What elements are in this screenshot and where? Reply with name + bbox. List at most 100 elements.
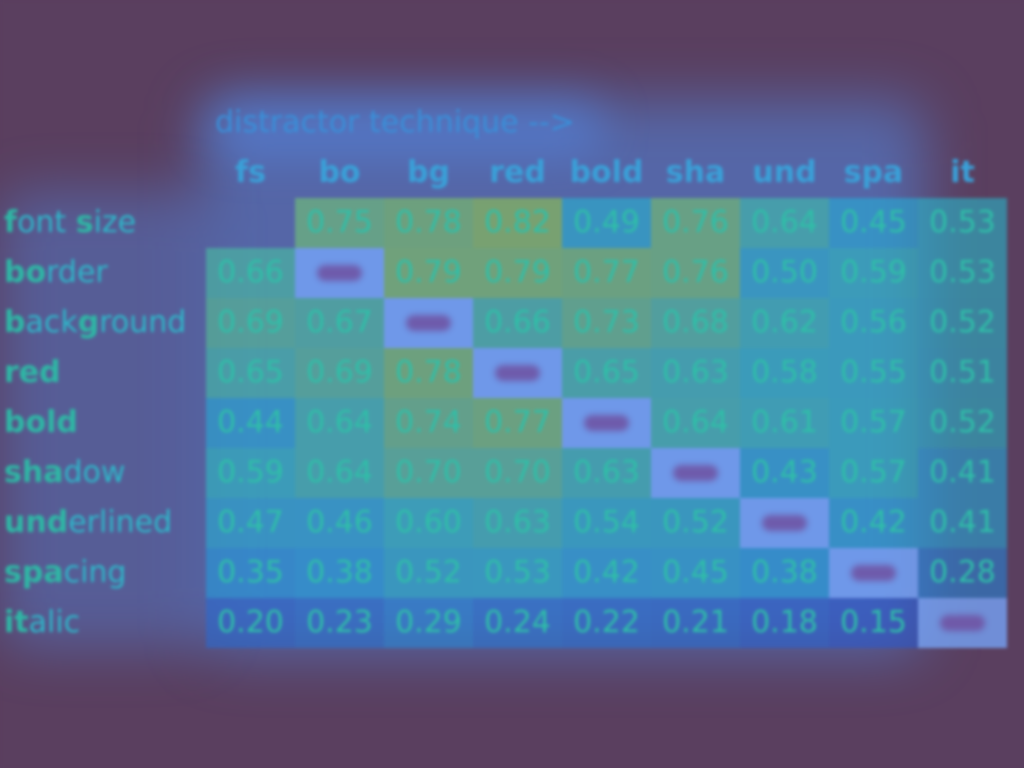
heatmap-cell: 0.76 [651, 198, 740, 248]
heatmap-cell [206, 198, 295, 248]
row-label: italic [4, 605, 81, 640]
heatmap-cell: 0.57 [829, 398, 918, 448]
heatmap-cell: 0.68 [651, 298, 740, 348]
heatmap-cell: 0.65 [206, 348, 295, 398]
heatmap-cell: 0.78 [384, 198, 473, 248]
column-header: red [489, 155, 546, 190]
heatmap-cell: 0.23 [295, 598, 384, 648]
heatmap-cell: 0.59 [829, 248, 918, 298]
heatmap-cell: 0.24 [473, 598, 562, 648]
column-header: bold [569, 155, 644, 190]
heatmap-cell: 0.63 [473, 498, 562, 548]
column-header: und [752, 155, 817, 190]
heatmap-cell: 0.65 [562, 348, 651, 398]
heatmap-cell: 0.64 [651, 398, 740, 448]
heatmap-cell: 0.41 [918, 448, 1007, 498]
heatmap-cell: 0.64 [740, 198, 829, 248]
heatmap-cell [829, 548, 918, 598]
heatmap-cell: 0.75 [295, 198, 384, 248]
row-label: spacing [4, 555, 127, 590]
heatmap-cell: 0.74 [384, 398, 473, 448]
heatmap-cell: 0.58 [740, 348, 829, 398]
heatmap-cell: 0.79 [473, 248, 562, 298]
heatmap-cell: 0.52 [651, 498, 740, 548]
heatmap-cell: 0.73 [562, 298, 651, 348]
heatmap-cell: 0.63 [651, 348, 740, 398]
heatmap-cell: 0.66 [473, 298, 562, 348]
heatmap-cell: 0.57 [829, 448, 918, 498]
heatmap-cell: 0.45 [829, 198, 918, 248]
heatmap-cell: 0.52 [918, 398, 1007, 448]
row-label: shadow [4, 455, 126, 490]
heatmap-cell: 0.41 [918, 498, 1007, 548]
heatmap-cell: 0.54 [562, 498, 651, 548]
heatmap-cell: 0.44 [206, 398, 295, 448]
heatmap-cell: 0.29 [384, 598, 473, 648]
row-label: border [4, 255, 108, 290]
heatmap-cell: 0.53 [918, 248, 1007, 298]
column-header: bo [318, 155, 361, 190]
heatmap-cell: 0.70 [473, 448, 562, 498]
heatmap-cell: 0.79 [384, 248, 473, 298]
heatmap-cell: 0.76 [651, 248, 740, 298]
heatmap-cell: 0.22 [562, 598, 651, 648]
heatmap-cell: 0.53 [473, 548, 562, 598]
heatmap-cell: 0.64 [295, 398, 384, 448]
column-header: it [950, 155, 975, 190]
row-label: background [4, 305, 187, 340]
row-label: underlined [4, 505, 173, 540]
heatmap-cell: 0.42 [829, 498, 918, 548]
chart-title: distractor technique --> [215, 105, 575, 140]
heatmap-cell: 0.55 [829, 348, 918, 398]
heatmap-cell [918, 598, 1007, 648]
heatmap-cell: 0.53 [918, 198, 1007, 248]
heatmap-cell: 0.62 [740, 298, 829, 348]
heatmap-cell [562, 398, 651, 448]
heatmap-cell: 0.77 [473, 398, 562, 448]
heatmap-cell: 0.63 [562, 448, 651, 498]
heatmap-cell: 0.21 [651, 598, 740, 648]
heatmap-cell: 0.69 [206, 298, 295, 348]
column-header: bg [407, 155, 450, 190]
heatmap-cell [740, 498, 829, 548]
heatmap-chart: distractor technique --> fs bo bg red bold sh… [0, 0, 1024, 768]
column-header: fs [235, 155, 266, 190]
heatmap-cell: 0.52 [918, 298, 1007, 348]
row-label: bold [4, 405, 78, 440]
heatmap-cell: 0.49 [562, 198, 651, 248]
heatmap-cell: 0.42 [562, 548, 651, 598]
column-header: sha [665, 155, 726, 190]
heatmap-cell: 0.64 [295, 448, 384, 498]
heatmap-cell: 0.69 [295, 348, 384, 398]
heatmap-cell: 0.46 [295, 498, 384, 548]
heatmap-cell: 0.38 [295, 548, 384, 598]
heatmap-cell: 0.18 [740, 598, 829, 648]
heatmap-cell: 0.38 [740, 548, 829, 598]
heatmap-cell: 0.43 [740, 448, 829, 498]
heatmap-cell: 0.61 [740, 398, 829, 448]
heatmap-cell: 0.56 [829, 298, 918, 348]
heatmap-cell: 0.82 [473, 198, 562, 248]
row-label: font size [4, 205, 137, 240]
row-label: red [4, 355, 61, 390]
heatmap-cell [473, 348, 562, 398]
heatmap-cell: 0.67 [295, 298, 384, 348]
heatmap-cell [384, 298, 473, 348]
heatmap-cell [295, 248, 384, 298]
heatmap-cell: 0.50 [740, 248, 829, 298]
heatmap-cell: 0.51 [918, 348, 1007, 398]
heatmap-cell: 0.70 [384, 448, 473, 498]
heatmap-cell: 0.60 [384, 498, 473, 548]
heatmap-cell: 0.45 [651, 548, 740, 598]
heatmap-cell: 0.66 [206, 248, 295, 298]
heatmap-cell: 0.77 [562, 248, 651, 298]
heatmap-cell: 0.52 [384, 548, 473, 598]
heatmap-cell: 0.28 [918, 548, 1007, 598]
heatmap-cell: 0.20 [206, 598, 295, 648]
heatmap-cell [651, 448, 740, 498]
heatmap-cell: 0.35 [206, 548, 295, 598]
heatmap-cell: 0.78 [384, 348, 473, 398]
heatmap-cell: 0.15 [829, 598, 918, 648]
heatmap-cell: 0.59 [206, 448, 295, 498]
heatmap-cell: 0.47 [206, 498, 295, 548]
